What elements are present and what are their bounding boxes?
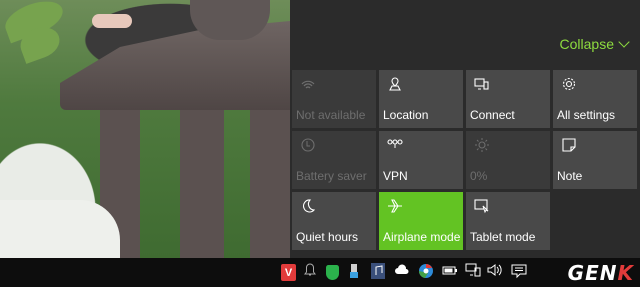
quick-action-label: Quiet hours [296,230,359,244]
quick-action-label: Airplane mode [383,230,461,244]
quick-action-quiet-hours[interactable]: Quiet hours [292,192,376,250]
chevron-down-icon [618,36,630,48]
vivaldi-letter: V [284,267,293,279]
quick-action-label: Tablet mode [470,230,536,244]
notification-bell-icon[interactable] [302,263,318,281]
action-center-panel: Collapse Not available Location Connect [290,0,640,258]
quick-action-wifi[interactable]: Not available [292,70,376,128]
quick-action-label: Location [383,108,429,122]
quick-action-brightness[interactable]: 0% [466,131,550,189]
desktop-wallpaper [0,0,290,258]
quick-action-label: Battery saver [296,169,367,183]
quick-action-airplane-mode[interactable]: Airplane mode [379,192,463,250]
pagoda-pillar [180,110,224,258]
taskbar: V GENK [0,258,640,287]
quick-action-battery-saver[interactable]: Battery saver [292,131,376,189]
music-icon[interactable] [370,263,386,281]
battery-saver-icon [300,137,316,153]
cloth-decoration [0,200,120,258]
note-icon [561,137,577,153]
vpn-icon [387,137,403,153]
quick-action-label: Not available [296,108,366,122]
action-center-icon[interactable] [511,263,527,281]
airplane-icon [387,198,403,214]
quick-action-label: 0% [470,169,488,183]
network-icon[interactable] [465,263,481,281]
usb-icon[interactable] [346,263,362,281]
chrome-icon[interactable] [418,263,434,281]
quick-action-all-settings[interactable]: All settings [553,70,637,128]
quick-action-note[interactable]: Note [553,131,637,189]
quick-action-label: Connect [470,108,515,122]
wifi-icon [300,76,316,92]
quick-action-label: All settings [557,108,616,122]
quick-action-tablet-mode[interactable]: Tablet mode [466,192,550,250]
vivaldi-icon[interactable]: V [281,264,296,281]
quick-action-connect[interactable]: Connect [466,70,550,128]
brightness-icon [474,137,490,153]
quick-actions-grid: Not available Location Connect All setti… [292,70,637,250]
collapse-button[interactable]: Collapse [559,36,630,52]
collapse-label: Collapse [559,36,614,52]
shield-icon[interactable] [326,265,339,280]
hand-decoration [92,14,132,28]
watermark-gen: GEN [567,261,618,285]
pagoda-pillar [250,110,290,258]
onedrive-icon[interactable] [394,263,410,281]
quick-action-location[interactable]: Location [379,70,463,128]
volume-icon[interactable] [487,263,503,281]
watermark-k: K [617,261,634,285]
quick-action-vpn[interactable]: VPN [379,131,463,189]
battery-icon[interactable] [442,263,458,281]
quick-action-label: VPN [383,169,408,183]
pagoda-top [190,0,270,40]
location-icon [387,76,403,92]
tablet-mode-icon [474,198,490,214]
quick-action-label: Note [557,169,583,183]
moon-icon [300,198,316,214]
gear-icon [561,76,577,92]
genk-watermark: GENK [568,261,634,285]
connect-icon [474,76,490,92]
